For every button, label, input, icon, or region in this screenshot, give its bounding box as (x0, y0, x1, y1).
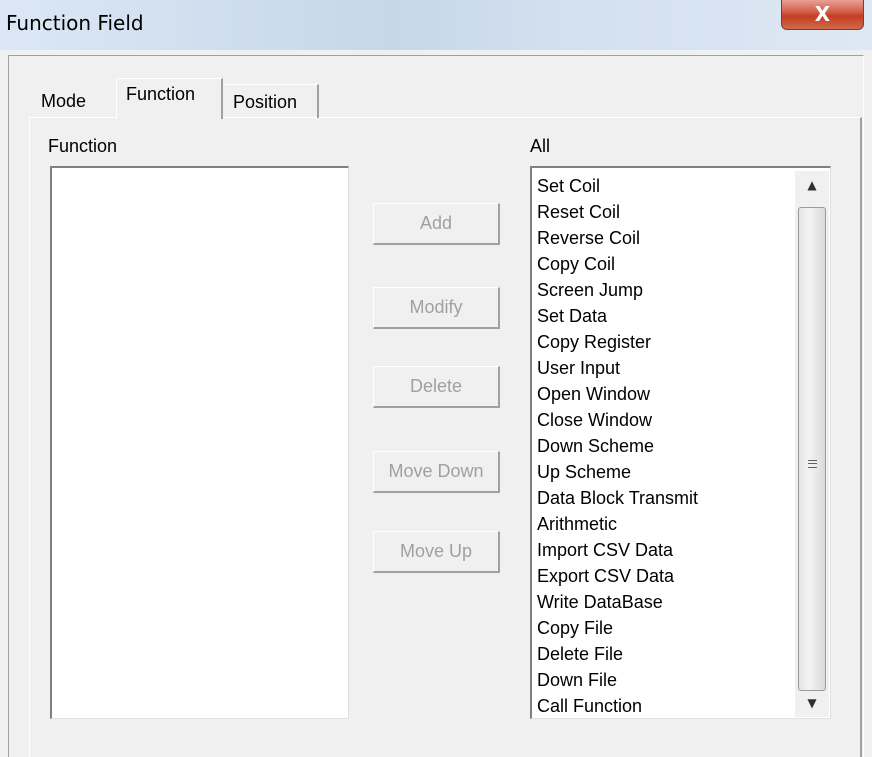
list-item-copy-register[interactable]: Copy Register (537, 329, 797, 355)
function-listbox[interactable] (50, 166, 349, 719)
list-item-write-database[interactable]: Write DataBase (537, 589, 797, 615)
scroll-down-arrow-icon[interactable]: ▼ (795, 691, 829, 715)
list-item-arithmetic[interactable]: Arithmetic (537, 511, 797, 537)
list-item-up-scheme[interactable]: Up Scheme (537, 459, 797, 485)
function-list-label: Function (48, 136, 118, 156)
function-field-dialog: Function Field X Mode Function Position … (0, 0, 872, 757)
all-list-scrollbar[interactable]: ▲ ▼ (795, 171, 829, 717)
scroll-up-arrow-icon[interactable]: ▲ (795, 173, 829, 197)
list-item-open-window[interactable]: Open Window (537, 381, 797, 407)
all-functions-list: Set Coil Reset Coil Reverse Coil Copy Co… (537, 173, 797, 719)
list-item-down-file[interactable]: Down File (537, 667, 797, 693)
tab-position[interactable]: Position (223, 84, 319, 118)
list-item-copy-file[interactable]: Copy File (537, 615, 797, 641)
list-item-screen-jump[interactable]: Screen Jump (537, 277, 797, 303)
tab-mode[interactable]: Mode (33, 84, 115, 118)
list-item-delete-file[interactable]: Delete File (537, 641, 797, 667)
list-item-set-coil[interactable]: Set Coil (537, 173, 797, 199)
list-item-user-input[interactable]: User Input (537, 355, 797, 381)
list-item-import-csv-data[interactable]: Import CSV Data (537, 537, 797, 563)
close-button[interactable]: X (781, 0, 864, 30)
window-title: Function Field (6, 11, 144, 35)
add-button[interactable]: Add (373, 203, 500, 245)
modify-button[interactable]: Modify (373, 287, 500, 329)
move-down-button[interactable]: Move Down (373, 451, 500, 493)
tab-function[interactable]: Function (116, 78, 223, 119)
all-list-label: All (530, 136, 551, 156)
close-icon: X (814, 2, 831, 26)
list-item-export-csv-data[interactable]: Export CSV Data (537, 563, 797, 589)
scrollbar-thumb[interactable] (798, 207, 826, 691)
title-bar[interactable]: Function Field X (0, 0, 872, 50)
list-item-copy-coil[interactable]: Copy Coil (537, 251, 797, 277)
list-item-call-function[interactable]: Call Function (537, 693, 797, 719)
list-item-reverse-coil[interactable]: Reverse Coil (537, 225, 797, 251)
list-item-set-data[interactable]: Set Data (537, 303, 797, 329)
thumb-grip-icon (808, 460, 817, 468)
move-up-button[interactable]: Move Up (373, 531, 500, 573)
delete-button[interactable]: Delete (373, 366, 500, 408)
list-item-data-block-transmit[interactable]: Data Block Transmit (537, 485, 797, 511)
list-item-down-scheme[interactable]: Down Scheme (537, 433, 797, 459)
list-item-close-window[interactable]: Close Window (537, 407, 797, 433)
list-item-reset-coil[interactable]: Reset Coil (537, 199, 797, 225)
